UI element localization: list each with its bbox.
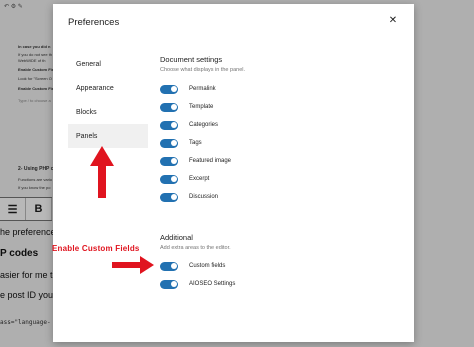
excerpt-toggle[interactable]: [160, 174, 178, 184]
close-icon[interactable]: ✕: [387, 15, 399, 27]
option-label: Template: [189, 104, 214, 110]
option-label: Categories: [189, 122, 219, 128]
document-settings-title: Document settings: [160, 55, 223, 64]
preferences-nav: General Appearance Blocks Panels: [68, 52, 148, 148]
option-discussion: Discussion: [160, 188, 400, 206]
tags-toggle[interactable]: [160, 138, 178, 148]
annotation-label: Enable Custom Fields: [52, 244, 140, 253]
aioseo-settings-toggle[interactable]: [160, 279, 178, 289]
categories-toggle[interactable]: [160, 120, 178, 130]
template-toggle[interactable]: [160, 102, 178, 112]
nav-item-panels[interactable]: Panels: [68, 124, 148, 148]
option-label: Permalink: [189, 86, 216, 92]
option-label: Discussion: [189, 194, 219, 200]
option-label: Featured image: [189, 158, 232, 164]
option-label: Tags: [189, 140, 202, 146]
option-custom-fields: Custom fields: [160, 257, 400, 275]
nav-item-appearance[interactable]: Appearance: [68, 76, 148, 100]
option-label: Custom fields: [189, 263, 226, 269]
option-permalink: Permalink: [160, 80, 400, 98]
panels-content: Document settings Choose what displays i…: [160, 55, 400, 293]
option-template: Template: [160, 98, 400, 116]
option-aioseo-settings: AIOSEO Settings: [160, 275, 400, 293]
additional-title: Additional: [160, 233, 193, 242]
permalink-toggle[interactable]: [160, 84, 178, 94]
option-tags: Tags: [160, 134, 400, 152]
arrow-up-annotation: [90, 146, 114, 198]
arrow-right-annotation: [112, 256, 154, 274]
modal-title: Preferences: [68, 17, 120, 28]
featured-image-toggle[interactable]: [160, 156, 178, 166]
option-categories: Categories: [160, 116, 400, 134]
discussion-toggle[interactable]: [160, 192, 178, 202]
nav-item-general[interactable]: General: [68, 52, 148, 76]
nav-item-blocks[interactable]: Blocks: [68, 100, 148, 124]
option-featured-image: Featured image: [160, 152, 400, 170]
option-label: Excerpt: [189, 176, 210, 182]
option-label: AIOSEO Settings: [189, 281, 236, 287]
option-excerpt: Excerpt: [160, 170, 400, 188]
custom-fields-toggle[interactable]: [160, 261, 178, 271]
